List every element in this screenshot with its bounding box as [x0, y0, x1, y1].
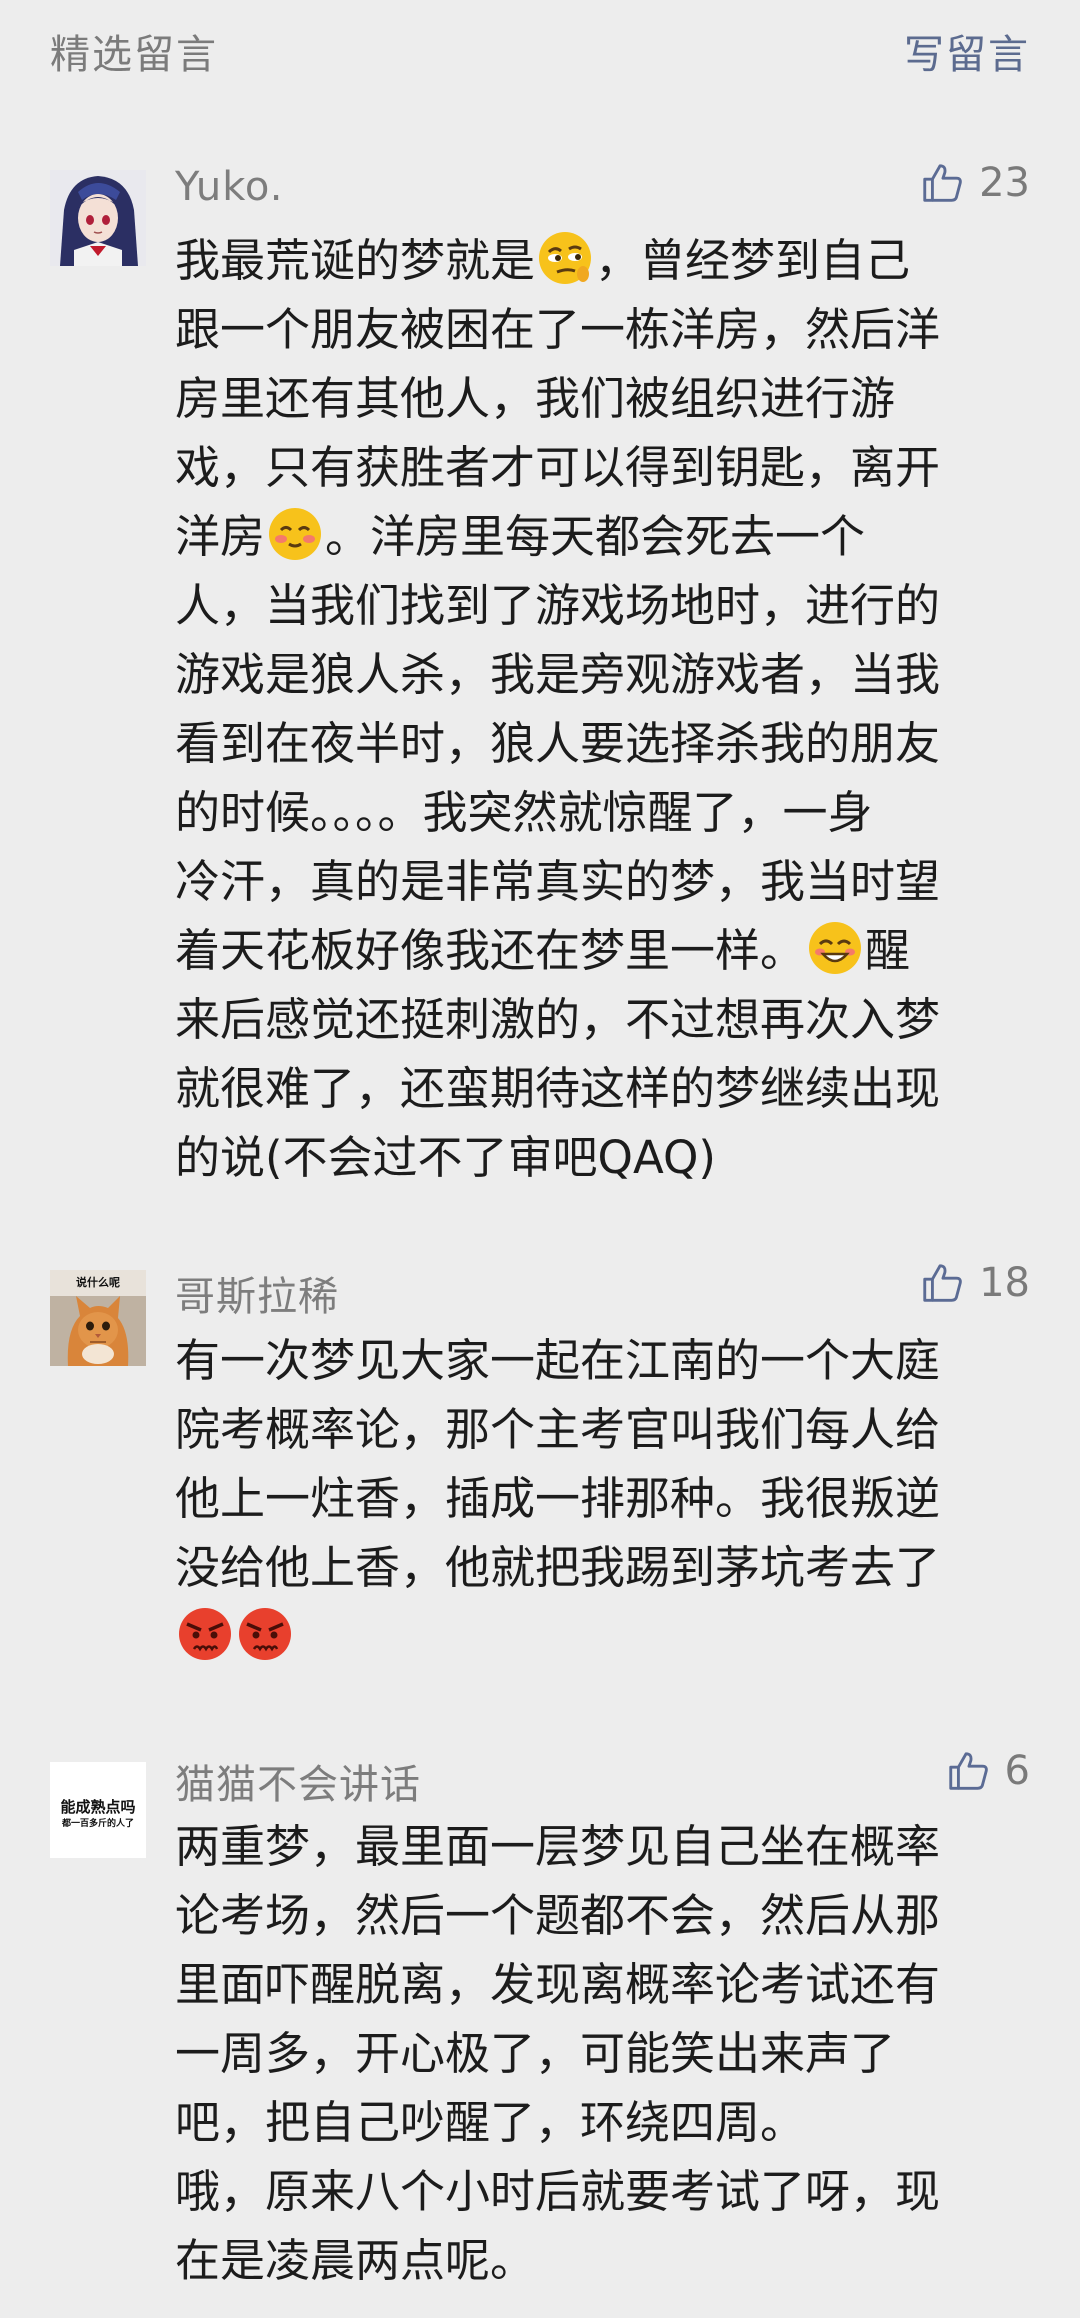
comment-nickname[interactable]: Yuko.	[175, 164, 283, 210]
like-count: 18	[979, 1260, 1030, 1306]
like-button[interactable]: 6	[945, 1748, 1030, 1794]
comment-line: 洋房	[175, 510, 266, 563]
avatar[interactable]	[50, 170, 146, 266]
blushing-smile-emoji	[267, 506, 323, 562]
avatar[interactable]: 说什么呢	[50, 1270, 146, 1366]
comment-line: 里面吓醒脱离，发现离概率论考试还有	[175, 1958, 941, 2011]
comment-line: 就很难了，还蛮期待这样的梦继续出现	[175, 1062, 941, 1115]
comment-line: ，曾经梦到自己	[595, 234, 911, 287]
featured-comments-title: 精选留言	[50, 32, 218, 78]
comment-line: 论考场，然后一个题都不会，然后从那	[175, 1889, 941, 1942]
comment-line: 我最荒诞的梦就是	[175, 234, 536, 287]
anime-girl-avatar-image	[50, 170, 146, 266]
comment-line: 哦，原来八个小时后就要考试了呀，现	[175, 2165, 941, 2218]
like-count: 6	[1004, 1748, 1030, 1794]
comment-line: 他上一炷香，插成一排那种。我很叛逆	[175, 1472, 941, 1525]
comment-line: 有一次梦见大家一起在江南的一个大庭	[175, 1334, 941, 1387]
comment-line: 跟一个朋友被困在了一栋洋房，然后洋	[175, 303, 941, 356]
comment-content: 两重梦，最里面一层梦见自己坐在概率 论考场，然后一个题都不会，然后从那 里面吓醒…	[175, 1812, 1035, 2295]
comment-line: 醒	[865, 924, 911, 977]
comment-line: 来后感觉还挺刺激的，不过想再次入梦	[175, 993, 941, 1046]
comment-line: 没给他上香，他就把我踢到茅坑考去了	[175, 1541, 941, 1594]
comment-line: 。洋房里每天都会死去一个	[325, 510, 866, 563]
like-button[interactable]: 18	[919, 1260, 1030, 1306]
comment-line: 院考概率论，那个主考官叫我们每人给	[175, 1403, 941, 1456]
avatar-caption: 说什么呢	[76, 1276, 120, 1289]
comment-line: 两重梦，最里面一层梦见自己坐在概率	[175, 1820, 941, 1873]
grinning-smile-emoji	[807, 920, 863, 976]
skeptical-face-emoji	[537, 230, 593, 286]
comment-line: 着天花板好像我还在梦里一样。	[175, 924, 806, 977]
comment-line: 看到在夜半时，狼人要选择杀我的朋友	[175, 717, 941, 770]
comment-line: 游戏是狼人杀，我是旁观游戏者，当我	[175, 648, 941, 701]
comment-line: 吧，把自己吵醒了，环绕四周。	[175, 2096, 806, 2149]
comment-content: 我最荒诞的梦就是 ，曾经梦到自己 跟一个朋友被困在了一栋洋房，然后洋 房里还有其他…	[175, 226, 1035, 1192]
comment-line: 的时候。。。。我突然就惊醒了，一身	[175, 786, 873, 839]
angry-face-emoji	[237, 1606, 293, 1662]
avatar[interactable]: 能成熟点吗 都一百多斤的人了	[50, 1762, 146, 1858]
comment-content: 有一次梦见大家一起在江南的一个大庭 院考概率论，那个主考官叫我们每人给 他上一炷…	[175, 1326, 1035, 1671]
comment-line: 一周多，开心极了，可能笑出来声了	[175, 2027, 896, 2080]
like-count: 23	[979, 160, 1030, 206]
avatar-caption: 能成熟点吗	[60, 1798, 136, 1816]
comment-line: 房里还有其他人，我们被组织进行游	[175, 372, 896, 425]
avatar-caption: 都一百多斤的人了	[61, 1819, 134, 1829]
comment-line: 人，当我们找到了游戏场地时，进行的	[175, 579, 941, 632]
comment-line: 冷汗，真的是非常真实的梦，我当时望	[175, 855, 941, 908]
comment-line: 的说(不会过不了审吧QAQ)	[175, 1131, 716, 1184]
comment-nickname[interactable]: 猫猫不会讲话	[175, 1752, 421, 1810]
comments-header: 精选留言 写留言	[0, 0, 1080, 96]
like-button[interactable]: 23	[919, 160, 1030, 206]
comment-nickname[interactable]: 哥斯拉稀	[175, 1264, 339, 1322]
thumbs-up-icon	[923, 1264, 962, 1302]
comment-line: 在是凌晨两点呢。	[175, 2234, 536, 2287]
angry-face-emoji	[177, 1606, 233, 1662]
thumbs-up-icon	[923, 164, 962, 202]
write-comment-button[interactable]: 写留言	[904, 22, 1030, 80]
thumbs-up-icon	[948, 1752, 988, 1790]
comment-line: 戏，只有获胜者才可以得到钥匙，离开	[175, 441, 941, 494]
